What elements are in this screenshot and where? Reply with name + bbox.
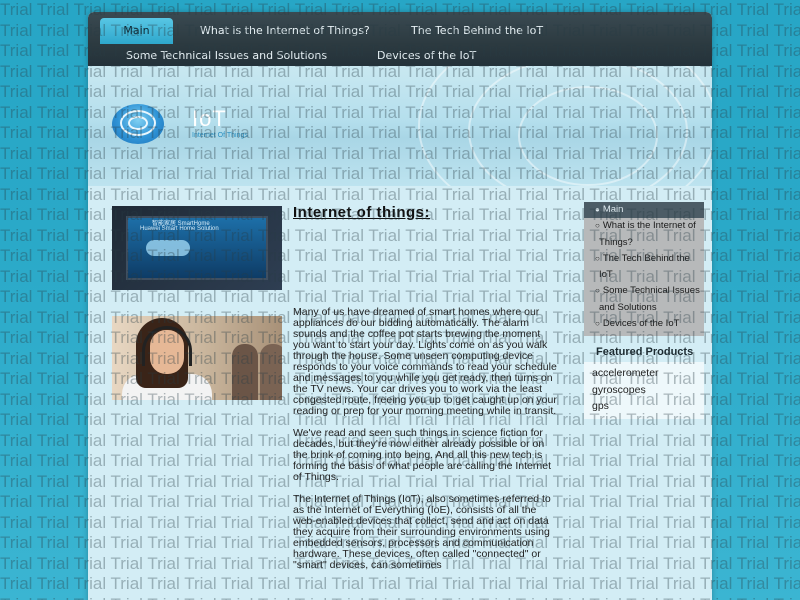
support-agent-image	[112, 316, 282, 400]
nav-devices-iot[interactable]: Devices of the IoT	[377, 49, 476, 63]
logo-subtitle: Internet Of Things	[192, 132, 248, 139]
sidebar-item-tech-behind-iot[interactable]: ○ The Tech Behind the IoT	[584, 251, 704, 284]
featured-products-list: accelerometer gyroscopes gps	[584, 362, 704, 419]
product-link-accelerometer[interactable]: accelerometer	[592, 365, 704, 382]
top-navbar: Main What is the Internet of Things? The…	[88, 12, 712, 66]
featured-products-title: Featured Products	[596, 346, 694, 359]
nav-main[interactable]: Main	[100, 18, 173, 44]
sidebar-nav: ● Main ○ What is the Internet of Things? ○…	[584, 202, 704, 337]
nav-what-is-iot[interactable]: What is the Internet of Things?	[200, 24, 370, 38]
product-link-gps[interactable]: gps	[592, 398, 704, 415]
article-heading: Internet of things:	[293, 204, 430, 221]
smart-home-screen-image: 智能家居 SmartHome Huawei Smart Home Solutio…	[112, 206, 282, 290]
main-content: 智能家居 SmartHome Huawei Smart Home Solutio…	[88, 186, 712, 600]
page-frame: Main What is the Internet of Things? The…	[88, 12, 712, 600]
sidebar-item-what-is-iot[interactable]: ○ What is the Internet of Things?	[584, 218, 704, 251]
bullet-icon: ○	[595, 221, 600, 231]
decorative-arc	[518, 86, 658, 186]
article-paragraph: The Internet of Things (IoT), also somet…	[293, 493, 551, 571]
article-paragraph: We've read and seen such things in scien…	[293, 427, 551, 483]
bullet-icon: ○	[595, 286, 600, 296]
sidebar-item-devices-iot[interactable]: ○ Devices of the IoT	[584, 316, 704, 332]
sidebar-item-main[interactable]: ● Main	[584, 202, 704, 219]
header-banner: IoT Internet Of Things	[88, 66, 712, 186]
sidebar: ● Main ○ What is the Internet of Things? ○…	[584, 202, 704, 419]
sidebar-item-technical-issues[interactable]: ○ Some Technical Issues and Solutions	[584, 283, 704, 316]
bullet-icon: ○	[595, 319, 600, 329]
article: Internet of things: Many of us have drea…	[293, 204, 559, 582]
article-paragraph: Many of us have dreamed of smart homes w…	[293, 306, 557, 417]
bullet-icon: ○	[595, 253, 600, 263]
product-link-gyroscopes[interactable]: gyroscopes	[592, 382, 704, 399]
screen-caption-text: Huawei Smart Home Solution	[140, 226, 219, 232]
bullet-icon: ●	[595, 205, 600, 214]
logo-title: IoT	[192, 106, 227, 131]
nav-technical-issues[interactable]: Some Technical Issues and Solutions	[126, 49, 327, 63]
nav-tech-behind-iot[interactable]: The Tech Behind the IoT	[411, 24, 543, 38]
